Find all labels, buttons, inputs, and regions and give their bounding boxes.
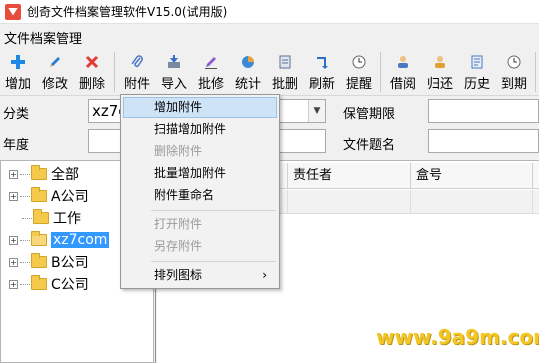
folder-icon bbox=[31, 253, 47, 268]
batch-delete-icon bbox=[275, 52, 295, 72]
tree-item-c-company[interactable]: + C公司 bbox=[9, 274, 89, 294]
refresh-icon bbox=[312, 52, 332, 72]
menu-separator bbox=[151, 261, 276, 262]
expand-icon[interactable]: + bbox=[9, 191, 18, 201]
section-header: 文件档案管理 bbox=[0, 27, 539, 47]
paperclip-icon bbox=[127, 52, 147, 72]
file-title-label: 文件题名 bbox=[343, 138, 396, 153]
history-icon bbox=[467, 52, 487, 72]
menu-item-open-attachment: 打开附件 bbox=[154, 217, 203, 231]
reminder-button[interactable]: 提醒 bbox=[342, 48, 376, 96]
menu-item-rename-attachment[interactable]: 附件重命名 bbox=[123, 185, 277, 206]
folder-icon bbox=[33, 209, 49, 224]
alarm-icon bbox=[504, 52, 524, 72]
year-label: 年度 bbox=[3, 138, 30, 153]
import-button[interactable]: 导入 bbox=[157, 48, 191, 96]
pencil-icon bbox=[45, 52, 65, 72]
section-title: 文件档案管理 bbox=[4, 31, 83, 47]
plus-icon bbox=[8, 52, 28, 72]
expand-icon[interactable]: + bbox=[9, 235, 18, 245]
menu-item-delete-attachment: 删除附件 bbox=[154, 144, 203, 158]
toolbar-separator bbox=[535, 52, 536, 92]
column-header-responsible[interactable]: 责任者 bbox=[288, 163, 411, 189]
add-button[interactable]: 增加 bbox=[2, 48, 34, 96]
expand-icon[interactable]: + bbox=[9, 169, 18, 179]
tree-item-xz7com[interactable]: + xz7com bbox=[9, 230, 110, 250]
expand-icon[interactable]: + bbox=[9, 257, 18, 267]
batch-delete-button[interactable]: 批删 bbox=[268, 48, 302, 96]
edit-button[interactable]: 修改 bbox=[38, 48, 72, 96]
attachment-context-menu: 增加附件 扫描增加附件 删除附件 批量增加附件 附件重命名 打开附件 另存附件 … bbox=[120, 94, 280, 289]
toolbar: 增加 修改 删除 附件 导入 批修 统计 批删 刷新 提醒 借阅 归还 历史 到… bbox=[0, 48, 539, 96]
retention-label: 保管期限 bbox=[343, 107, 396, 122]
tree-item-a-company[interactable]: + A公司 bbox=[9, 186, 89, 206]
return-icon bbox=[430, 52, 450, 72]
due-button[interactable]: 到期 bbox=[497, 48, 531, 96]
tree-item-all[interactable]: + 全部 bbox=[9, 164, 79, 184]
return-button[interactable]: 归还 bbox=[423, 48, 457, 96]
file-title-input[interactable] bbox=[428, 129, 539, 153]
menu-item-arrange-icons[interactable]: 排列图标 › bbox=[123, 265, 277, 286]
folder-open-icon bbox=[31, 231, 47, 246]
batch-edit-icon bbox=[201, 52, 221, 72]
delete-button[interactable]: 删除 bbox=[75, 48, 109, 96]
retention-input[interactable] bbox=[428, 99, 539, 123]
category-label: 分类 bbox=[3, 107, 30, 122]
history-button[interactable]: 历史 bbox=[460, 48, 494, 96]
statistics-button[interactable]: 统计 bbox=[231, 48, 265, 96]
app-logo-icon bbox=[5, 3, 21, 20]
close-icon bbox=[82, 52, 102, 72]
window-title: 创奇文件档案管理软件V15.0(试用版) bbox=[27, 5, 228, 19]
column-header-box-number[interactable]: 盒号 bbox=[411, 163, 533, 189]
attachment-button[interactable]: 附件 bbox=[120, 48, 154, 96]
folder-icon bbox=[31, 275, 47, 290]
menu-item-batch-add-attachment[interactable]: 批量增加附件 bbox=[123, 163, 277, 184]
menu-separator bbox=[151, 210, 276, 211]
toolbar-separator bbox=[380, 52, 381, 92]
folder-icon bbox=[31, 165, 47, 180]
expand-icon[interactable]: + bbox=[9, 279, 18, 289]
import-icon bbox=[164, 52, 184, 72]
refresh-button[interactable]: 刷新 bbox=[305, 48, 339, 96]
folder-icon bbox=[31, 187, 47, 202]
batch-edit-button[interactable]: 批修 bbox=[194, 48, 228, 96]
stats-icon bbox=[238, 52, 258, 72]
borrow-button[interactable]: 借阅 bbox=[386, 48, 420, 96]
menu-item-save-attachment-as: 另存附件 bbox=[154, 239, 203, 253]
clock-icon bbox=[349, 52, 369, 72]
title-bar: 创奇文件档案管理软件V15.0(试用版) bbox=[0, 0, 539, 24]
watermark: www.9a9m.com bbox=[376, 325, 539, 349]
borrow-icon bbox=[393, 52, 413, 72]
toolbar-separator bbox=[114, 52, 115, 92]
menu-item-add-attachment[interactable]: 增加附件 bbox=[123, 97, 277, 118]
menu-item-scan-add-attachment[interactable]: 扫描增加附件 bbox=[123, 119, 277, 140]
chevron-right-icon: › bbox=[262, 268, 267, 282]
tree-item-work[interactable]: 工作 bbox=[22, 208, 81, 228]
chevron-down-icon[interactable]: ▼ bbox=[308, 100, 325, 122]
tree-item-b-company[interactable]: + B公司 bbox=[9, 252, 89, 272]
